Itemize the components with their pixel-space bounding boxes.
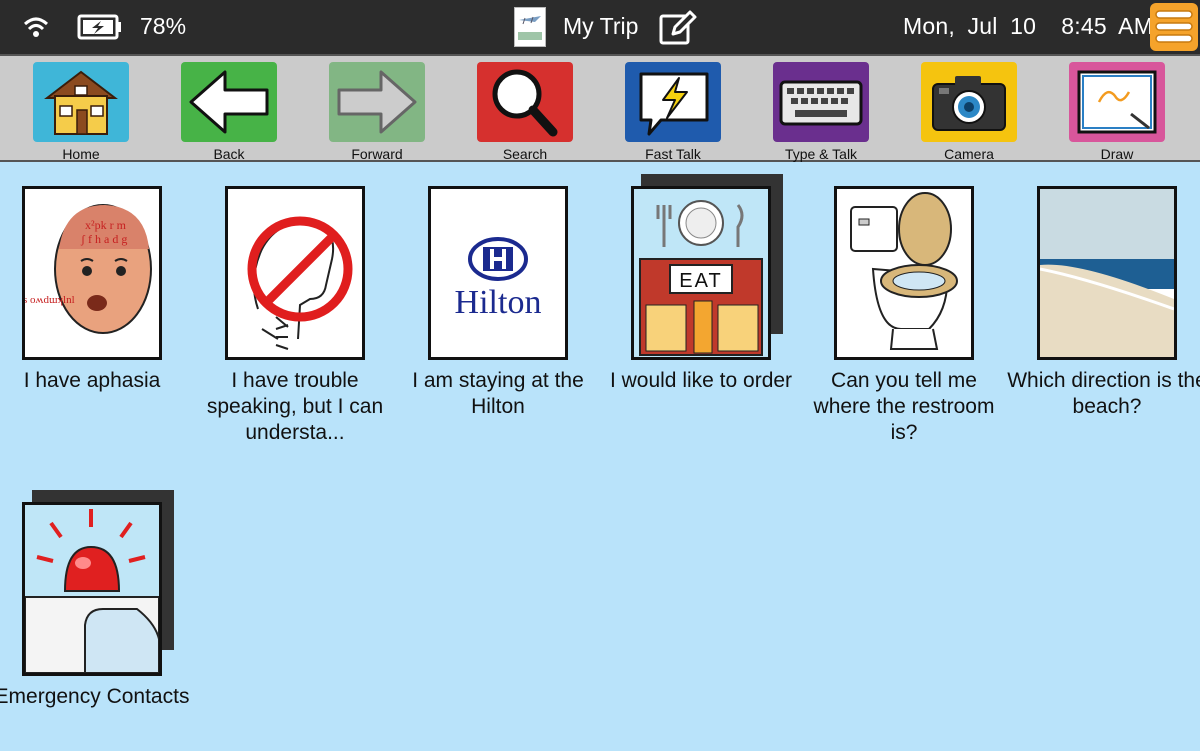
search-label: Search [502,146,548,162]
arrow-left-icon [181,62,277,142]
fast-talk-button[interactable]: Fast Talk [608,60,724,162]
magnifier-icon [477,62,573,142]
menu-button[interactable] [1150,3,1198,51]
draw-button[interactable]: Draw [1052,60,1168,162]
home-label: Home [62,146,100,162]
camera-button[interactable]: Camera [904,60,1020,162]
svg-text:x²pk r m: x²pk r m [85,218,127,232]
cell-caption: Emergency Contacts [0,685,190,708]
cell-caption: I have trouble speaking, but I can under… [206,369,384,444]
back-button[interactable]: Back [164,60,280,162]
forward-label: Forward [351,146,403,162]
hilton-logo-text: Hilton [455,284,542,321]
arrow-right-icon [329,62,425,142]
cell-caption: Which direction is the beach? [1007,369,1200,418]
beach-photo [1037,186,1177,360]
type-talk-label: Type & Talk [784,146,858,162]
drawing-board-icon [1069,62,1165,142]
no-speaking-icon [225,186,365,360]
toolbar: Home Back Forward Search Fast Talk Type … [0,54,1200,162]
cell-caption: I would like to order [609,369,793,392]
type-talk-button[interactable]: Type & Talk [756,60,872,162]
cell-caption: Can you tell me where the restroom is? [813,369,995,444]
home-button[interactable]: Home [16,60,132,162]
emergency-siren-icon [22,502,162,676]
draw-label: Draw [1100,146,1134,162]
date-text: Mon, Jul 10 [903,13,1037,39]
battery-percent: 78% [140,13,187,39]
date-time: Mon, Jul 10 8:45 AM [903,13,1153,40]
hilton-logo: Hilton [428,186,568,360]
keyboard-icon [773,62,869,142]
eat-sign-text: EAT [679,270,722,292]
forward-button[interactable]: Forward [312,60,428,162]
toilet-icon [834,186,974,360]
status-bar: 78% My Trip Mon, Jul 10 8:45 AM [0,0,1200,54]
cell-caption: I have aphasia [23,369,161,392]
time-text: 8:45 AM [1061,13,1154,39]
restaurant-icon: EAT [631,186,771,360]
hamburger-icon [1155,10,1193,43]
battery-icon [77,14,121,40]
search-button[interactable]: Search [460,60,576,162]
camera-icon [921,62,1017,142]
cell-caption: I am staying at the Hilton [412,369,584,418]
page-title: My Trip [563,13,639,39]
fast-talk-label: Fast Talk [645,146,701,162]
camera-label: Camera [944,146,994,162]
trip-thumbnail[interactable] [514,7,546,47]
svg-text:s oʍdɯʞlnl: s oʍdɯʞlnl [25,294,75,306]
wifi-icon [23,17,49,37]
svg-text:ʃ f h a d g: ʃ f h a d g [80,232,127,246]
edit-icon[interactable] [658,8,698,48]
back-label: Back [213,146,245,162]
aphasia-head-icon: x²pk r m ʃ f h a d g s oʍdɯʞlnl [22,186,162,360]
speech-bolt-icon [625,62,721,142]
house-icon [33,62,129,142]
